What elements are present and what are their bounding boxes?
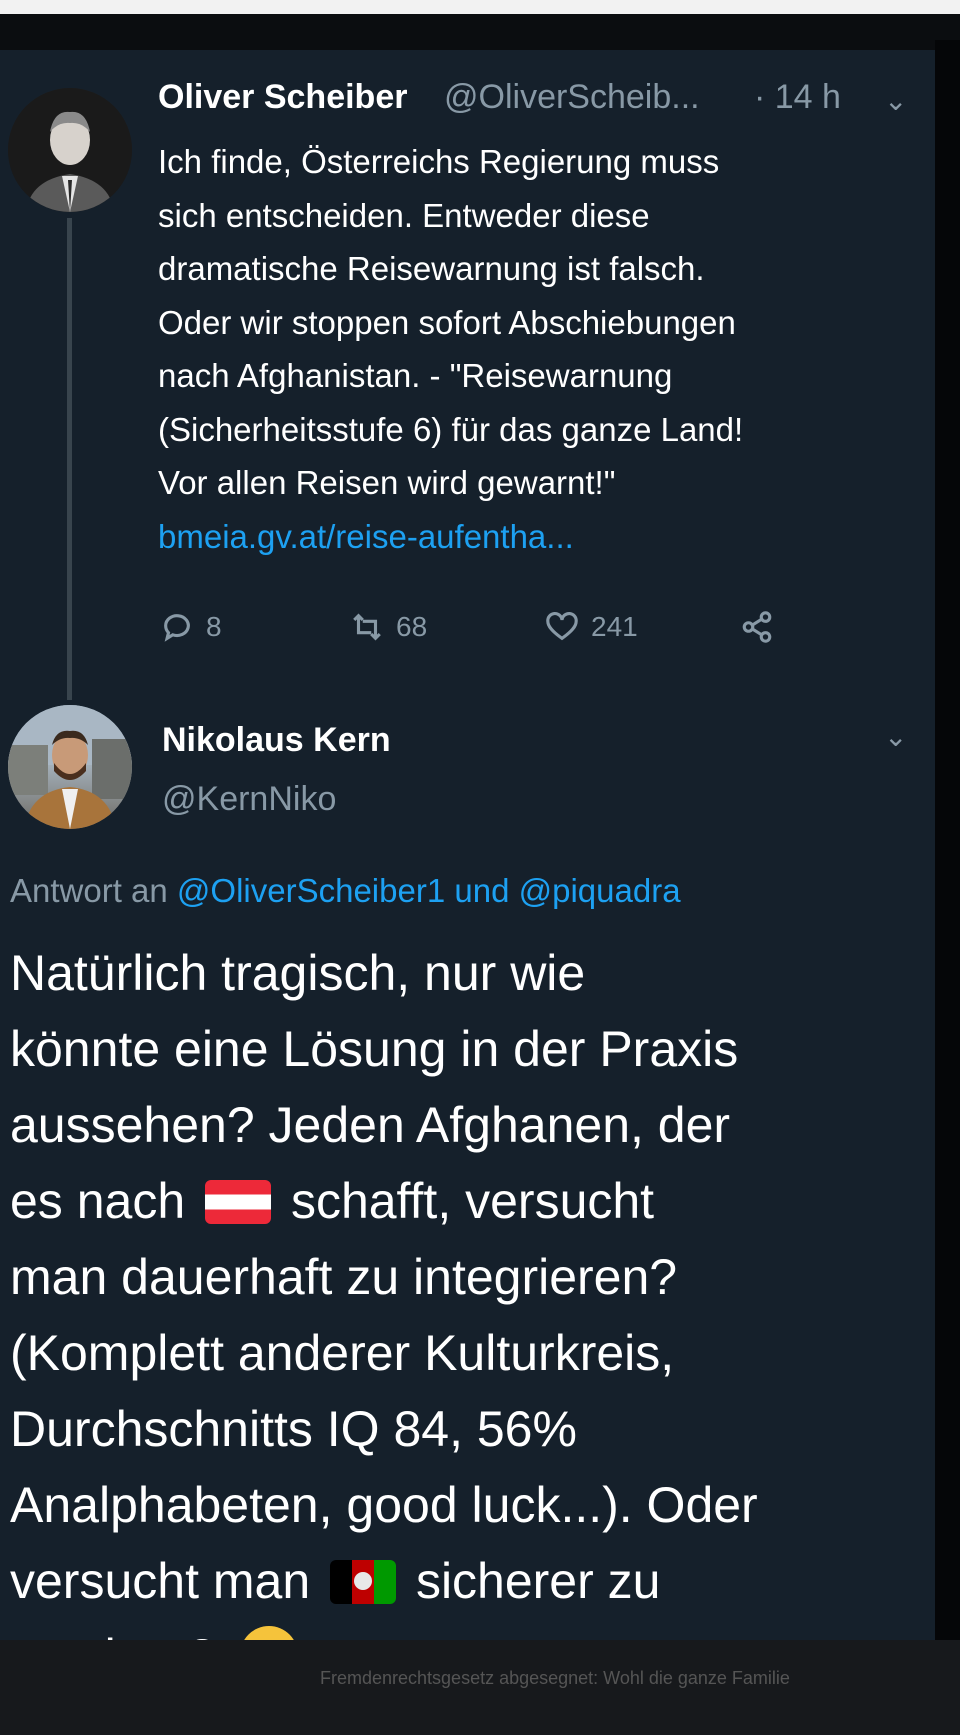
scrollbar-edge: [935, 40, 960, 1680]
retweet-button[interactable]: 68: [350, 610, 427, 644]
tweet-line: Oder wir stoppen sofort Abschiebungen: [158, 303, 736, 341]
reply-line: versucht man sicherer zu: [10, 1543, 910, 1619]
reply-line-part: schafft, versucht: [290, 1173, 655, 1229]
reply-line: man dauerhaft zu integrieren?: [10, 1249, 678, 1305]
retweet-count: 68: [396, 611, 428, 642]
mention-link[interactable]: @OliverScheiber1: [177, 872, 445, 909]
like-button[interactable]: 241: [545, 610, 638, 644]
tweet-link[interactable]: bmeia.gv.at/reise-aufentha...: [158, 510, 898, 564]
reply-line: (Komplett anderer Kulturkreis,: [10, 1325, 675, 1381]
mention-link[interactable]: @piquadra: [519, 872, 681, 909]
avatar-nikolaus-kern[interactable]: [8, 705, 132, 829]
austria-flag-icon: [205, 1180, 272, 1224]
reply-line-part: es nach: [10, 1173, 186, 1229]
reply-author-name[interactable]: Nikolaus Kern: [162, 721, 391, 760]
share-button[interactable]: [740, 610, 774, 644]
afghanistan-flag-icon: [330, 1560, 397, 1604]
reply-icon: [164, 614, 190, 642]
like-count: 241: [591, 611, 638, 642]
reply-line: könnte eine Lösung in der Praxis: [10, 1021, 739, 1077]
tweet-line: Ich finde, Österreichs Regierung muss: [158, 143, 720, 180]
heart-icon: [546, 611, 578, 641]
chevron-down-icon[interactable]: ⌄: [884, 84, 907, 117]
tweet-card: Oliver Scheiber @OliverScheib... · 14 h …: [0, 50, 935, 1640]
author-handle[interactable]: @OliverScheib...: [444, 78, 700, 117]
reply-line: Natürlich tragisch, nur wie: [10, 945, 586, 1001]
replying-prefix: Antwort an: [10, 872, 168, 909]
chevron-down-icon[interactable]: ⌄: [884, 720, 907, 753]
reply-count: 8: [206, 611, 222, 642]
reply-line-part: sicherer zu: [415, 1553, 661, 1609]
reply-line-part: versucht man: [10, 1553, 311, 1609]
reply-line: Analphabeten, good luck...). Oder: [10, 1477, 758, 1533]
tweet-time[interactable]: · 14 h: [754, 78, 841, 117]
tweet-line: dramatische Reisewarnung ist falsch.: [158, 250, 705, 287]
thread-connector-line: [67, 218, 72, 700]
replying-to-line: Antwort an @OliverScheiber1 und @piquadr…: [10, 872, 681, 910]
mention-connector: und: [454, 872, 510, 909]
reply-line: aussehen? Jeden Afghanen, der: [10, 1097, 731, 1153]
tweet-body: Ich finde, Österreichs Regierung muss si…: [158, 135, 898, 563]
reply-line: Durchschnitts IQ 84, 56%: [10, 1401, 577, 1457]
reply-button[interactable]: 8: [160, 610, 222, 644]
tweet-line: nach Afghanistan. - "Reisewarnung: [158, 357, 673, 394]
background-page-strip: Fremdenrechtsgesetz abgesegnet: Wohl die…: [0, 1640, 960, 1735]
avatar-oliver-scheiber[interactable]: [8, 88, 132, 212]
reply-line-part: machen?: [10, 1629, 216, 1640]
retweet-icon: [353, 613, 381, 641]
reply-line: es nach schafft, versucht: [10, 1163, 910, 1239]
author-name[interactable]: Oliver Scheiber: [158, 78, 407, 117]
browser-top-bar: [0, 0, 960, 14]
thinking-face-icon: [239, 1626, 298, 1640]
tweet-line: Vor allen Reisen wird gewarnt!": [158, 464, 616, 501]
tweet-line: sich entscheiden. Entweder diese: [158, 196, 650, 234]
reply-line: machen?: [10, 1619, 910, 1640]
background-headline: Fremdenrechtsgesetz abgesegnet: Wohl die…: [320, 1668, 790, 1688]
share-icon: [742, 611, 772, 643]
reply-body: Natürlich tragisch, nur wie könnte eine …: [10, 935, 910, 1640]
tweet-line: (Sicherheitsstufe 6) für das ganze Land!: [158, 410, 744, 448]
tweet-actions: 8 68 241: [160, 610, 810, 660]
header-strip: [0, 14, 960, 50]
reply-author-handle[interactable]: @KernNiko: [162, 780, 336, 819]
